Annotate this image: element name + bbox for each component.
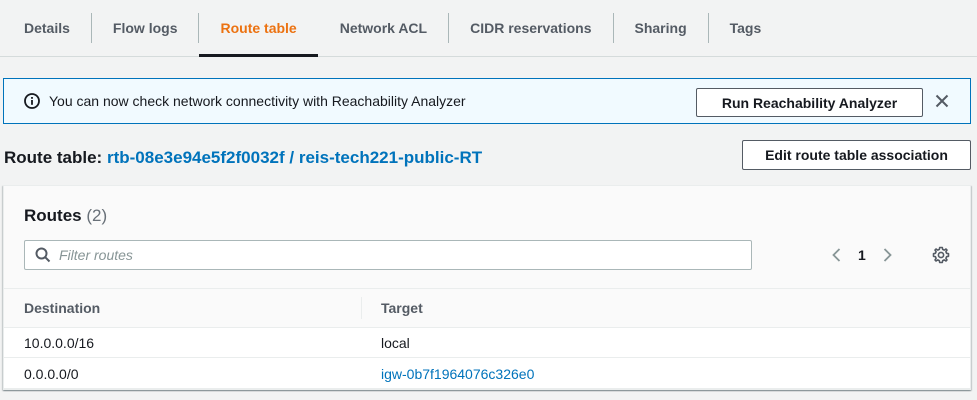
tab-route-table[interactable]: Route table xyxy=(199,0,318,57)
tab-bar: Details Flow logs Route table Network AC… xyxy=(0,0,977,57)
route-table-label: Route table: xyxy=(4,148,103,167)
filter-routes-input[interactable] xyxy=(59,247,739,263)
tab-network-acl[interactable]: Network ACL xyxy=(319,0,448,56)
previous-page-icon[interactable] xyxy=(829,247,845,263)
search-icon xyxy=(35,247,51,263)
settings-gear-icon[interactable] xyxy=(932,246,950,264)
column-divider xyxy=(361,297,362,319)
route-table-separator: / xyxy=(289,148,295,167)
route-destination: 0.0.0.0/0 xyxy=(24,366,79,382)
table-header: Destination Target xyxy=(4,288,970,328)
route-target-link[interactable]: igw-0b7f1964076c326e0 xyxy=(381,359,534,389)
next-page-icon[interactable] xyxy=(879,247,895,263)
tab-sharing[interactable]: Sharing xyxy=(614,0,708,56)
pagination: 1 xyxy=(829,244,895,266)
column-header-target[interactable]: Target xyxy=(381,289,423,327)
table-row: 0.0.0.0/0 igw-0b7f1964076c326e0 xyxy=(4,359,970,389)
filter-routes-field[interactable] xyxy=(24,240,752,270)
banner-message: You can now check network connectivity w… xyxy=(49,93,466,109)
route-destination: 10.0.0.0/16 xyxy=(24,335,95,351)
edit-route-table-association-button[interactable]: Edit route table association xyxy=(742,140,971,170)
tab-tags[interactable]: Tags xyxy=(709,0,783,56)
routes-title-text: Routes xyxy=(24,206,82,225)
run-reachability-analyzer-button[interactable]: Run Reachability Analyzer xyxy=(696,88,923,117)
close-icon[interactable] xyxy=(934,93,950,109)
routes-panel: Routes (2) 1 xyxy=(3,185,971,390)
tab-cidr-reservations[interactable]: CIDR reservations xyxy=(449,0,612,56)
route-target: local xyxy=(381,335,410,351)
routes-count: (2) xyxy=(86,206,108,225)
routes-title: Routes (2) xyxy=(24,206,107,226)
routes-panel-header: Routes (2) 1 xyxy=(4,186,970,288)
info-banner: You can now check network connectivity w… xyxy=(3,78,971,124)
route-table-id-link[interactable]: rtb-08e3e94e5f2f0032f xyxy=(107,148,285,167)
tab-details[interactable]: Details xyxy=(0,0,91,56)
column-header-destination[interactable]: Destination xyxy=(24,289,100,327)
current-page-number[interactable]: 1 xyxy=(858,247,866,263)
info-icon xyxy=(24,93,40,109)
table-row: 10.0.0.0/16 local xyxy=(4,328,970,358)
route-table-heading: Route table: rtb-08e3e94e5f2f0032f / rei… xyxy=(4,148,482,168)
route-table-name-link[interactable]: reis-tech221-public-RT xyxy=(299,148,482,167)
tab-flow-logs[interactable]: Flow logs xyxy=(92,0,199,56)
